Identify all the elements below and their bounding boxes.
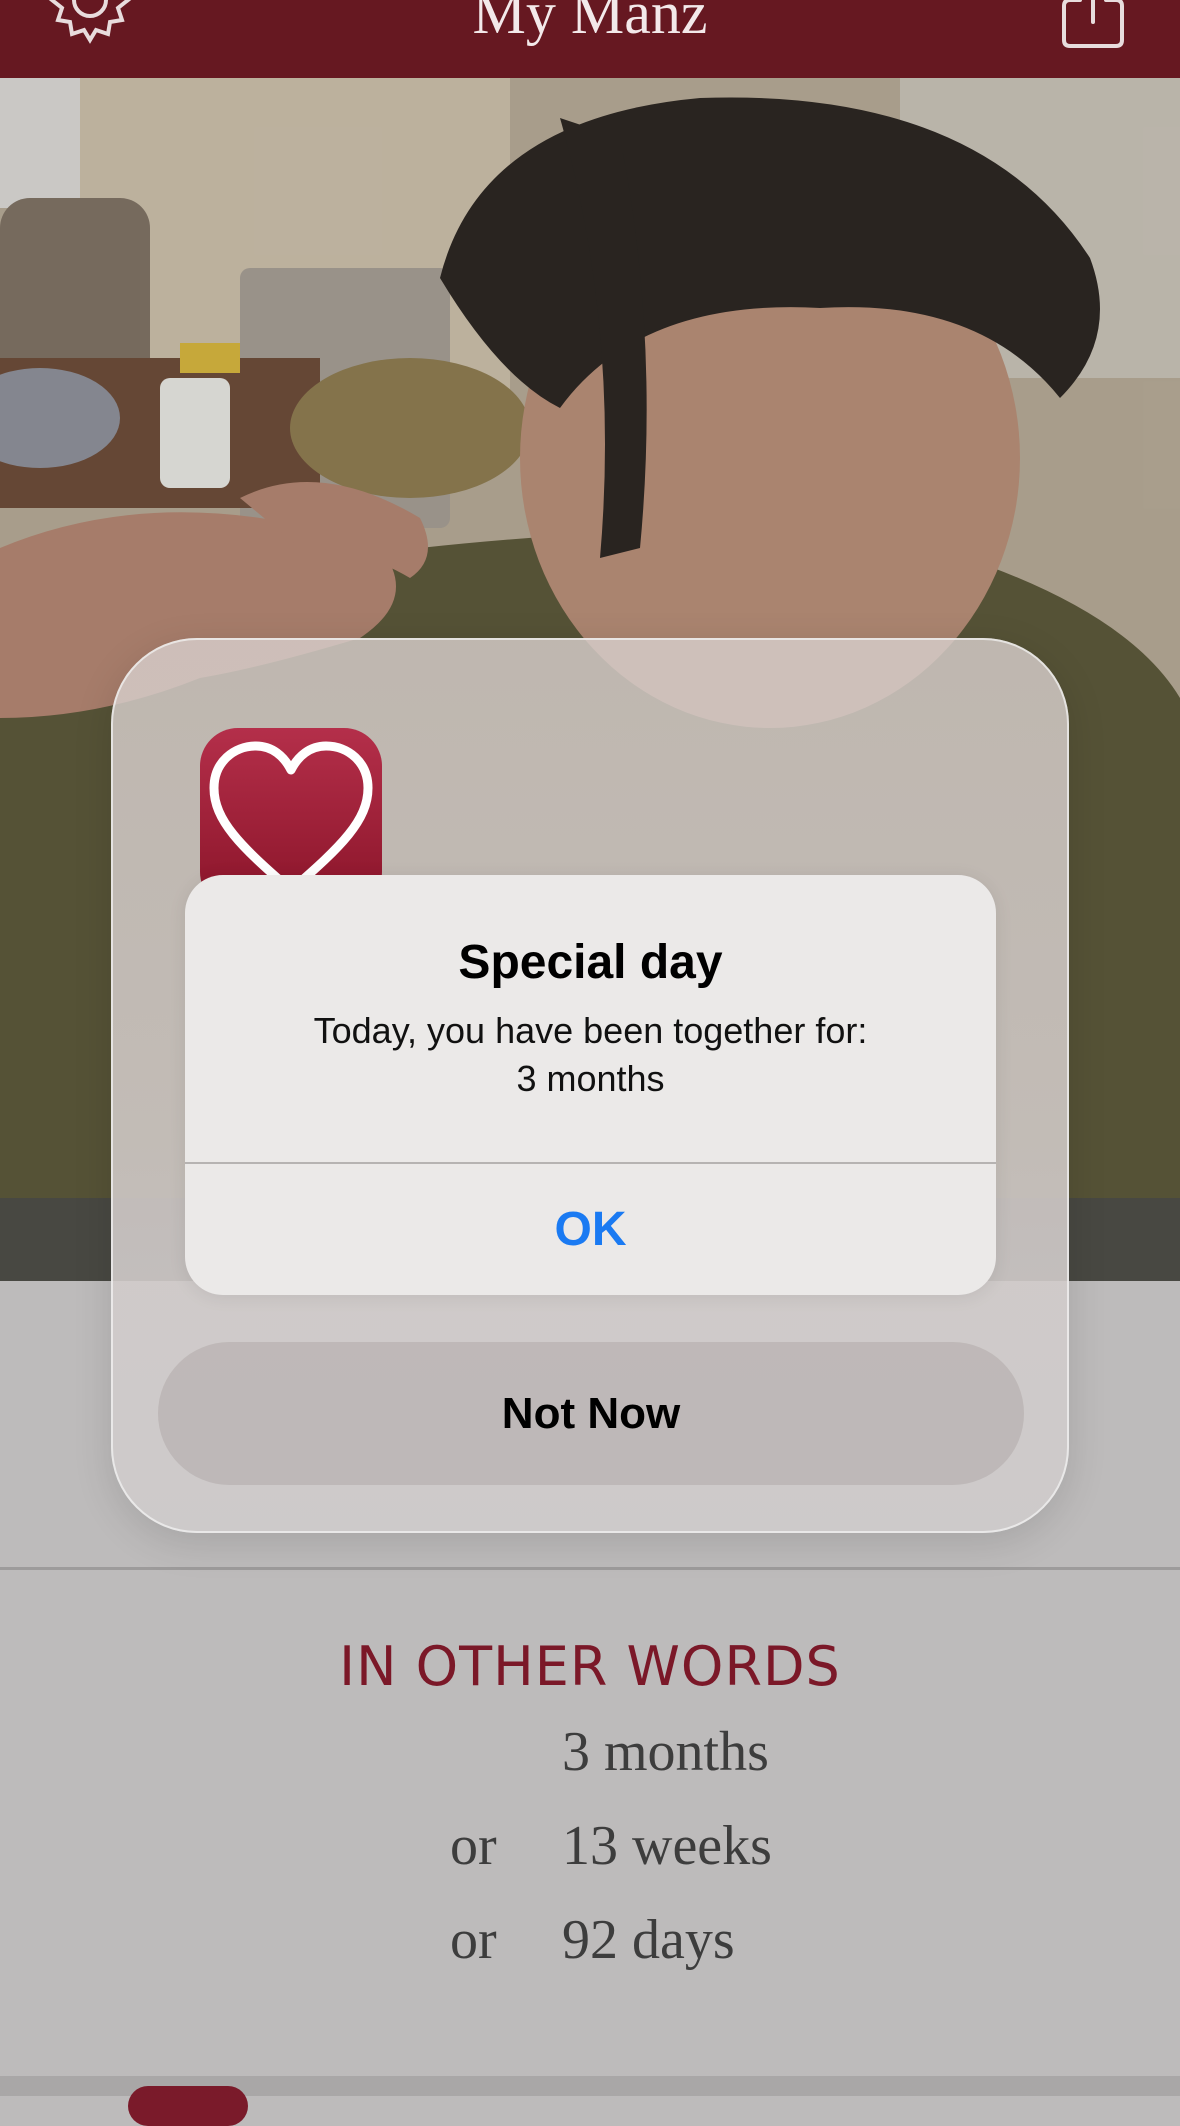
row-value: 92 days — [562, 1909, 735, 1971]
bottom-button[interactable] — [128, 2086, 248, 2126]
row-value: 13 weeks — [562, 1815, 772, 1877]
alert-message-line: Today, you have been together for: — [313, 1010, 868, 1051]
duration-row: 3 months — [0, 1720, 1180, 1800]
duration-row: or 13 weeks — [0, 1814, 1180, 1894]
section-heading: IN OTHER WORDS — [339, 1635, 841, 1698]
not-now-button[interactable]: Not Now — [158, 1342, 1024, 1485]
alert-message: Today, you have been together for: 3 mon… — [225, 1007, 956, 1103]
duration-row: or 92 days — [0, 1908, 1180, 1988]
ok-button[interactable]: OK — [185, 1164, 996, 1295]
special-day-alert: Special day Today, you have been togethe… — [185, 875, 996, 1295]
alert-title: Special day — [458, 936, 723, 989]
row-value: 3 months — [562, 1721, 769, 1783]
section-divider — [0, 1567, 1180, 1570]
share-icon[interactable] — [1060, 0, 1126, 50]
alert-message-line: 3 months — [516, 1058, 665, 1099]
header-bar: My Manz — [0, 0, 1180, 78]
row-prefix: or — [450, 1909, 497, 1971]
row-prefix: or — [450, 1815, 497, 1877]
app-title: My Manz — [472, 0, 708, 46]
